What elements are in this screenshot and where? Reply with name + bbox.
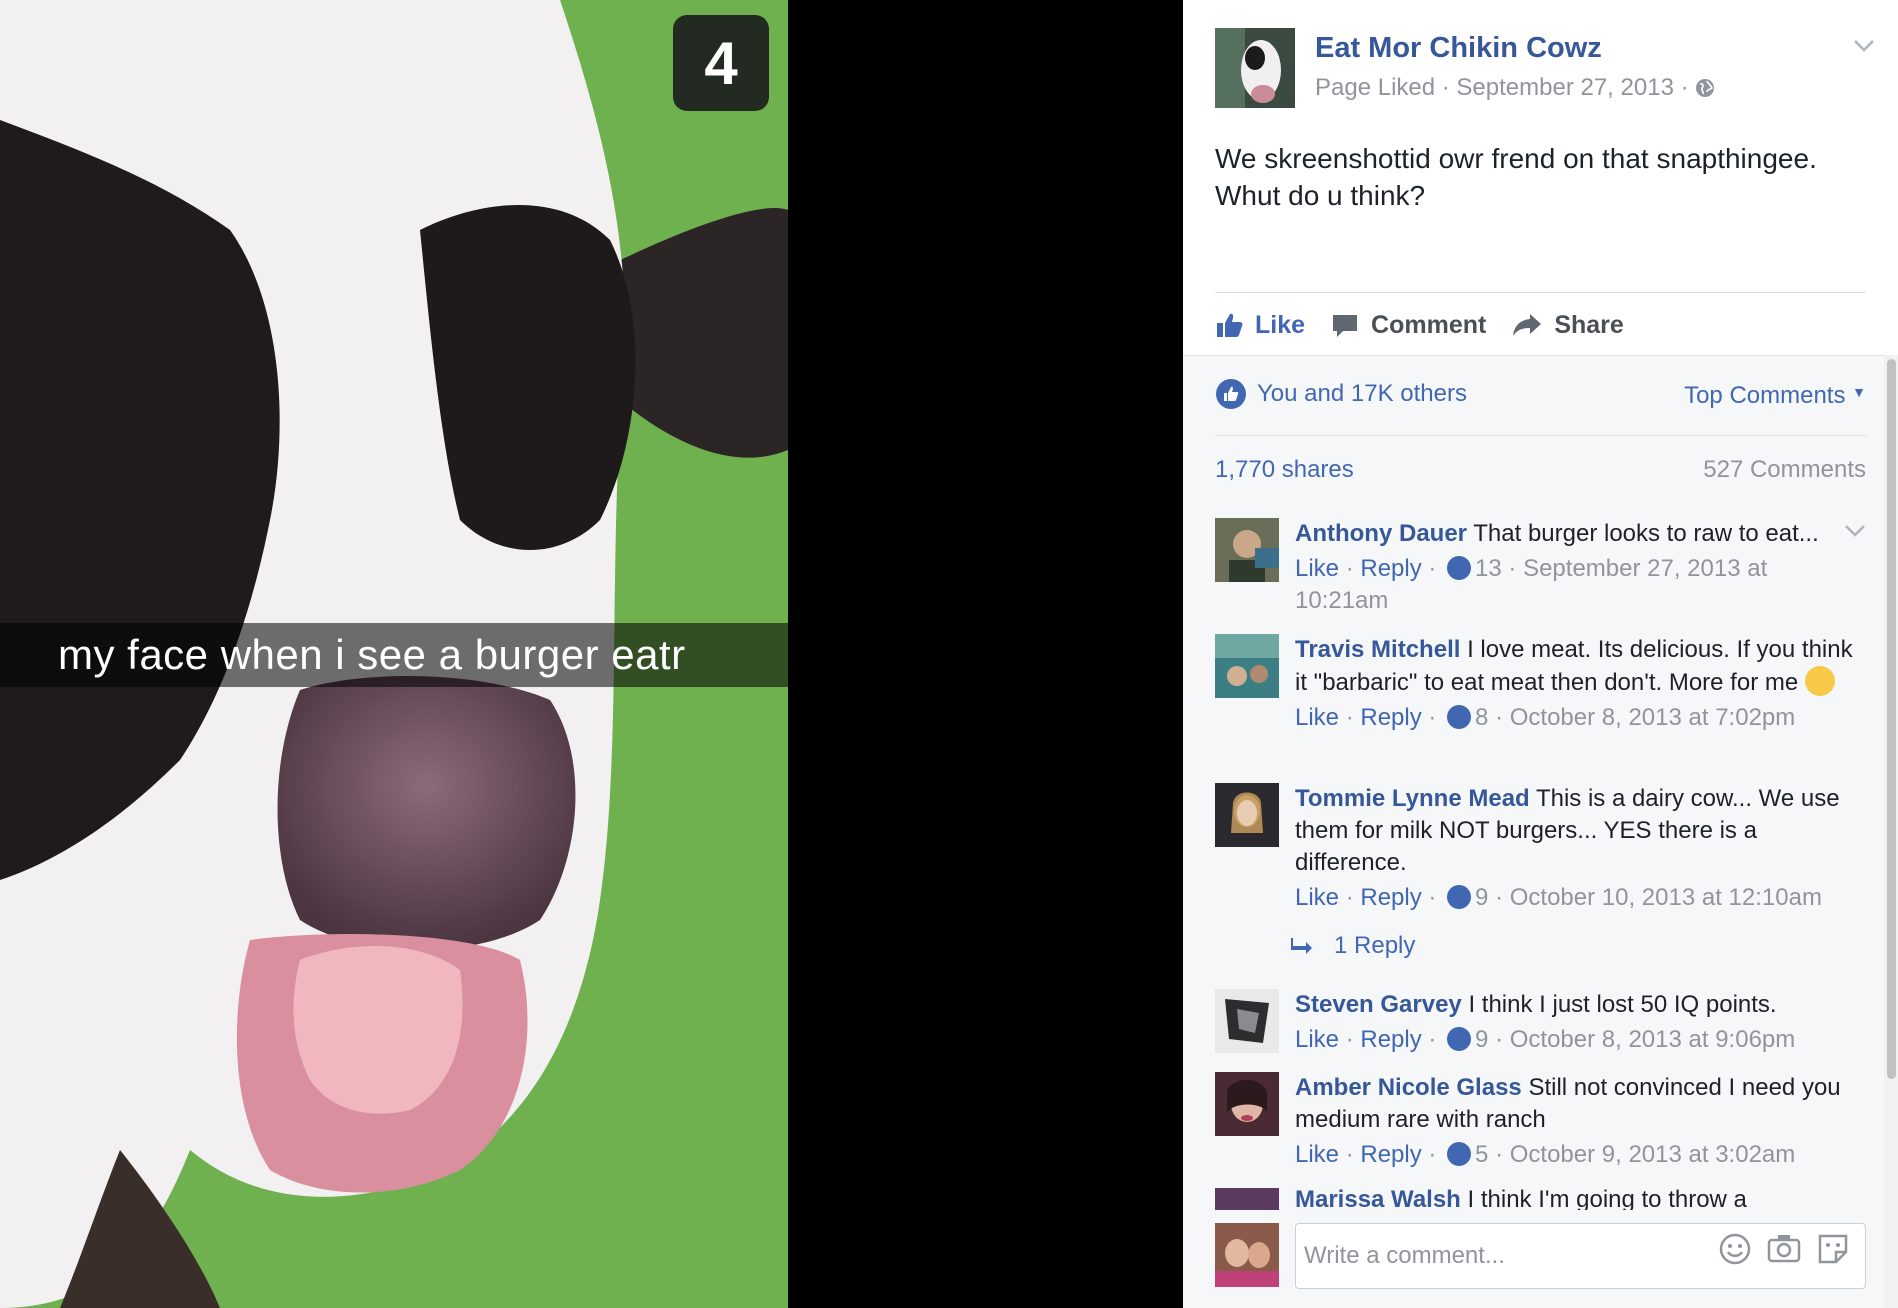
comment-body: Travis Mitchell I love meat. Its delicio… [1295,634,1855,734]
comment-reply-link[interactable]: Reply [1360,704,1421,731]
post-meta-text: Page Liked · September 27, 2013 · [1315,74,1689,101]
snap-caption: my face when i see a burger eatr [0,623,788,687]
comment-meta: Like · Reply · 5 · October 9, 2013 at 3:… [1295,1141,1796,1168]
comment-like-count[interactable]: 13 [1475,555,1502,582]
avatar[interactable] [1215,1223,1279,1287]
thumbs-up-icon [1217,313,1243,337]
scrollbar-thumb[interactable] [1887,359,1896,1079]
comment-meta: Like · Reply · 13 · September 27, 2013 a… [1295,555,1768,614]
comment-item: Marissa Walsh I think I'm going to throw… [1215,1188,1866,1210]
like-badge-icon [1447,556,1472,580]
comment-like-link[interactable]: Like [1295,1026,1339,1053]
comment-reply-link[interactable]: Reply [1360,1026,1421,1053]
comment-body: Tommie Lynne Mead This is a dairy cow...… [1295,783,1855,914]
comment-like-link[interactable]: Like [1295,884,1339,911]
comment-like-count[interactable]: 8 [1475,704,1488,731]
comment-composer: Write a comment... [1183,1211,1898,1308]
commenter-name[interactable]: Tommie Lynne Mead [1295,785,1530,812]
comment-like-count[interactable]: 9 [1475,1026,1488,1053]
share-label: Share [1554,310,1624,339]
avatar[interactable] [1215,1188,1279,1210]
comments-section: You and 17K others Top Comments ▼ 1,770 … [1183,355,1898,1308]
comment-reply-link[interactable]: Reply [1360,1141,1421,1168]
comment-text: That burger looks to raw to eat... [1473,520,1819,547]
post-panel: Eat Mor Chikin Cowz Page Liked · Septemb… [1183,0,1898,1308]
sticker-icon[interactable] [1817,1233,1849,1265]
comments-count[interactable]: 527 Comments [1703,456,1866,484]
comment-body: Anthony Dauer That burger looks to raw t… [1295,518,1855,617]
reactions-row[interactable]: You and 17K others Top Comments ▼ [1215,378,1866,414]
smiley-emoji-icon [1804,666,1835,696]
share-button[interactable]: Share [1512,310,1624,340]
post-meta: Page Liked · September 27, 2013 · [1315,74,1715,102]
view-replies-row[interactable]: 1 Reply [1290,932,1415,960]
like-badge-icon [1447,1027,1472,1051]
post-text: We skreenshottid owr frend on that snapt… [1215,143,1817,211]
snap-photo: 4 my face when i see a burger eatr [0,0,788,1308]
camera-icon[interactable] [1767,1233,1801,1263]
caret-down-icon: ▼ [1852,384,1866,400]
comment-like-count[interactable]: 9 [1475,884,1488,911]
comment-like-count[interactable]: 5 [1475,1141,1488,1168]
avatar[interactable] [1215,518,1279,582]
like-badge-icon [1447,705,1472,729]
like-label: Like [1255,310,1306,339]
top-comments-label: Top Comments [1684,382,1846,409]
comment-time[interactable]: October 10, 2013 at 12:10am [1510,884,1822,911]
share-arrow-icon [1513,314,1542,336]
post-header: Eat Mor Chikin Cowz Page Liked · Septemb… [1215,28,1875,108]
smiley-icon[interactable] [1719,1233,1751,1265]
avatar[interactable] [1215,634,1279,698]
comment-reply-link[interactable]: Reply [1360,555,1421,582]
comment-button[interactable]: Comment [1331,311,1486,340]
comment-body: Steven Garvey I think I just lost 50 IQ … [1295,989,1855,1056]
comment-body: Marissa Walsh I think I'm going to throw… [1295,1188,1855,1210]
post-actions: Like Comment Share [1215,305,1650,345]
page-name-link[interactable]: Eat Mor Chikin Cowz [1315,32,1602,65]
like-button[interactable]: Like [1215,311,1305,340]
page-avatar[interactable] [1215,28,1295,108]
top-comments-dropdown[interactable]: Top Comments ▼ [1684,382,1866,410]
like-reaction-icon [1216,379,1246,409]
comments-scrollbar[interactable] [1884,355,1898,1308]
comment-meta: Like · Reply · 8 · October 8, 2013 at 7:… [1295,704,1796,731]
like-badge-icon [1447,1142,1472,1166]
commenter-name[interactable]: Steven Garvey [1295,991,1462,1018]
commenter-name[interactable]: Travis Mitchell [1295,636,1460,663]
comment-like-link[interactable]: Like [1295,1141,1339,1168]
comment-bubble-icon [1333,315,1358,337]
shares-count[interactable]: 1,770 shares [1215,456,1354,484]
chevron-down-icon[interactable] [1853,32,1875,60]
comment-label: Comment [1371,310,1487,339]
comment-meta: Like · Reply · 9 · October 10, 2013 at 1… [1295,884,1822,911]
snap-timer-badge: 4 [673,15,769,111]
like-badge-icon [1447,885,1472,909]
commenter-name[interactable]: Amber Nicole Glass [1295,1074,1522,1101]
replies-count-link[interactable]: 1 Reply [1334,932,1415,960]
reply-arrow-icon [1291,938,1312,954]
cow-avatar-icon [1215,28,1295,108]
avatar[interactable] [1215,783,1279,847]
comment-text: I think I'm going to throw a [1467,1188,1747,1210]
avatar[interactable] [1215,1072,1279,1136]
comment-time[interactable]: October 8, 2013 at 9:06pm [1510,1026,1796,1053]
comment-like-link[interactable]: Like [1295,555,1339,582]
chevron-down-icon[interactable] [1844,518,1866,544]
avatar[interactable] [1215,989,1279,1053]
reactions-summary[interactable]: You and 17K others [1257,380,1467,408]
divider [1215,435,1866,436]
comment-reply-link[interactable]: Reply [1360,884,1421,911]
comment-meta: Like · Reply · 9 · October 8, 2013 at 9:… [1295,1026,1796,1053]
comment-time[interactable]: October 9, 2013 at 3:02am [1510,1141,1796,1168]
comment-text: I think I just lost 50 IQ points. [1468,991,1777,1018]
comment-time[interactable]: October 8, 2013 at 7:02pm [1510,704,1796,731]
viewer-background [788,0,1183,1308]
divider [1215,292,1866,293]
commenter-name[interactable]: Marissa Walsh [1295,1188,1461,1210]
commenter-name[interactable]: Anthony Dauer [1295,520,1467,547]
comment-like-link[interactable]: Like [1295,704,1339,731]
globe-icon [1695,74,1715,101]
comment-body: Amber Nicole Glass Still not convinced I… [1295,1072,1855,1171]
